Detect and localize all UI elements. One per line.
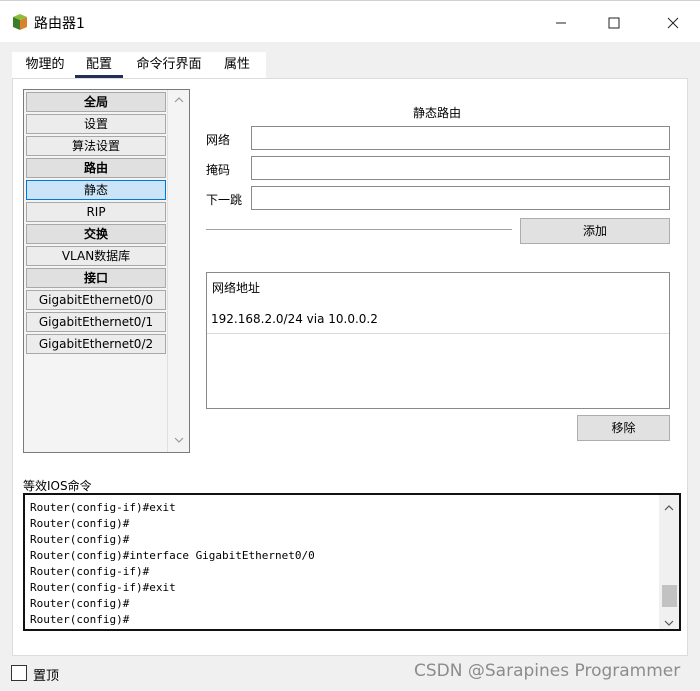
close-icon xyxy=(667,17,679,29)
nav-header-switching[interactable]: 交换 xyxy=(26,224,166,244)
add-button[interactable]: 添加 xyxy=(520,218,670,244)
nav-item-algorithm-settings[interactable]: 算法设置 xyxy=(26,136,166,156)
minimize-button[interactable] xyxy=(538,9,584,37)
nav-item-settings[interactable]: 设置 xyxy=(26,114,166,134)
routes-list: 网络地址 192.168.2.0/24 via 10.0.0.2 xyxy=(206,272,670,409)
scroll-up-icon[interactable] xyxy=(168,92,189,110)
config-panel: 全局 设置 算法设置 路由 静态 RIP 交换 VLAN数据库 接口 Gigab… xyxy=(12,78,688,656)
ios-line: Router(config)# xyxy=(30,517,130,530)
ios-line: Router(config-if)# xyxy=(30,565,150,578)
route-row[interactable]: 192.168.2.0/24 via 10.0.0.2 xyxy=(207,304,669,334)
scroll-down-icon[interactable] xyxy=(168,432,189,450)
ios-line: Router(config)# xyxy=(30,533,130,546)
ios-line: Router(config-if)#exit xyxy=(30,581,176,594)
minimize-icon xyxy=(556,22,566,24)
nav-item-static[interactable]: 静态 xyxy=(26,180,166,200)
maximize-icon xyxy=(608,17,620,29)
network-label: 网络 xyxy=(206,133,231,147)
nav-scrollbar[interactable] xyxy=(167,90,189,452)
nav-item-gig0-2[interactable]: GigabitEthernet0/2 xyxy=(26,334,166,354)
ios-scrollbar[interactable] xyxy=(659,495,679,629)
nav-header-global[interactable]: 全局 xyxy=(26,92,166,112)
nav-item-rip[interactable]: RIP xyxy=(26,202,166,222)
watermark-text: CSDN @Sarapines Programmer xyxy=(414,661,681,681)
ios-commands-label: 等效IOS命令 xyxy=(23,479,92,493)
nav-header-routing[interactable]: 路由 xyxy=(26,158,166,178)
nav-header-interface[interactable]: 接口 xyxy=(26,268,166,288)
static-route-title: 静态路由 xyxy=(413,106,462,120)
tab-attributes[interactable]: 属性 xyxy=(220,52,254,78)
tab-physical[interactable]: 物理的 xyxy=(20,52,70,78)
footer: 置顶 CSDN @Sarapines Programmer xyxy=(0,656,700,691)
mask-input[interactable] xyxy=(251,156,670,180)
next-hop-input[interactable] xyxy=(251,186,670,210)
divider xyxy=(206,229,512,231)
nav-item-gig0-1[interactable]: GigabitEthernet0/1 xyxy=(26,312,166,332)
ios-line: Router(config)#interface GigabitEthernet… xyxy=(30,549,315,562)
router-app-icon xyxy=(11,13,29,31)
scroll-down-icon[interactable] xyxy=(664,615,674,629)
tab-config[interactable]: 配置 xyxy=(75,52,123,78)
window-title: 路由器1 xyxy=(34,16,85,32)
tab-bar: 物理的 配置 命令行界面 属性 xyxy=(12,52,266,78)
scroll-up-icon[interactable] xyxy=(664,500,674,514)
nav-item-vlan-database[interactable]: VLAN数据库 xyxy=(26,246,166,266)
tab-cli[interactable]: 命令行界面 xyxy=(133,52,205,78)
nav-item-gig0-0[interactable]: GigabitEthernet0/0 xyxy=(26,290,166,310)
next-hop-label: 下一跳 xyxy=(206,193,243,207)
maximize-button[interactable] xyxy=(591,9,637,37)
ios-scroll-thumb[interactable] xyxy=(662,585,677,607)
pin-checkbox[interactable] xyxy=(11,665,27,681)
network-input[interactable] xyxy=(251,126,670,150)
pin-label: 置顶 xyxy=(33,669,60,684)
config-nav-list: 全局 设置 算法设置 路由 静态 RIP 交换 VLAN数据库 接口 Gigab… xyxy=(23,89,190,453)
ios-line: Router(config)# xyxy=(30,613,130,626)
ios-line: Router(config)# xyxy=(30,597,130,610)
close-button[interactable] xyxy=(650,9,696,37)
remove-button[interactable]: 移除 xyxy=(577,415,670,441)
ios-line: Router(config-if)#exit xyxy=(30,501,176,514)
mask-label: 掩码 xyxy=(206,163,231,177)
title-bar: 路由器1 xyxy=(0,0,700,42)
ios-command-console[interactable]: Router(config-if)#exit Router(config)# R… xyxy=(23,493,681,631)
routes-list-header: 网络地址 xyxy=(212,281,261,295)
